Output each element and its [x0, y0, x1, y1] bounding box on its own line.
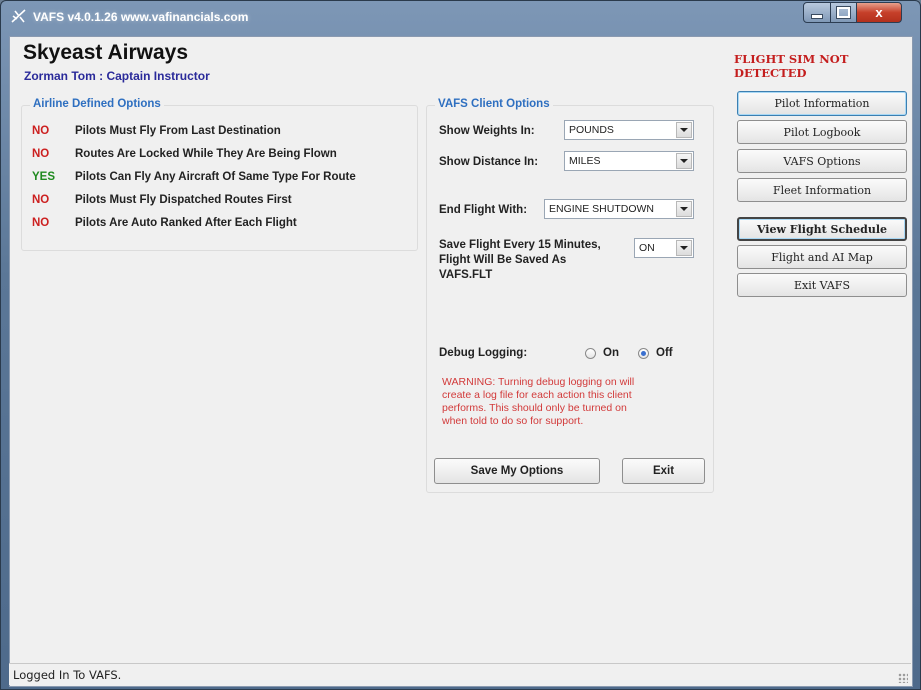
title-bar[interactable]: VAFS v4.0.1.26 www.vafinancials.com x [1, 1, 920, 31]
option-label: Routes Are Locked While They Are Being F… [75, 148, 337, 160]
pilot-logbook-button[interactable]: Pilot Logbook [737, 120, 907, 144]
save-flight-label-line2: Flight Will Be Saved As [439, 254, 567, 266]
close-icon: x [875, 5, 883, 20]
distance-value: MILES [569, 155, 601, 167]
vafs-options-button[interactable]: VAFS Options [737, 149, 907, 173]
option-label: Pilots Must Fly Dispatched Routes First [75, 194, 292, 206]
chevron-down-icon[interactable] [676, 122, 692, 138]
warning-line: WARNING: Turning debug logging on will [442, 376, 635, 388]
pilot-information-button[interactable]: Pilot Information [737, 91, 907, 116]
option-label: Pilots Are Auto Ranked After Each Flight [75, 217, 297, 229]
end-flight-value: ENGINE SHUTDOWN [549, 203, 654, 215]
save-flight-label-line3: VAFS.FLT [439, 269, 493, 281]
debug-warning: WARNING: Turning debug logging on will c… [442, 376, 682, 428]
option-value: NO [32, 217, 50, 229]
view-flight-schedule-button[interactable]: View Flight Schedule [737, 217, 907, 241]
option-value: NO [32, 148, 50, 160]
sim-status: FLIGHT SIM NOT DETECTED [734, 52, 849, 80]
maximize-icon [836, 6, 851, 19]
status-bar: Logged In To VAFS. [9, 663, 911, 685]
resize-grip-icon[interactable] [898, 673, 908, 683]
weights-select[interactable]: POUNDS [564, 120, 694, 140]
save-flight-label-line1: Save Flight Every 15 Minutes, [439, 239, 601, 251]
weights-label: Show Weights In: [439, 125, 535, 137]
save-flight-select[interactable]: ON [634, 238, 694, 258]
exit-button[interactable]: Exit [622, 458, 705, 484]
warning-line: create a log file for each action this c… [442, 389, 632, 401]
close-button[interactable]: x [856, 2, 902, 23]
save-options-button[interactable]: Save My Options [434, 458, 600, 484]
minimize-button[interactable] [803, 2, 831, 23]
debug-off-radio[interactable] [638, 348, 649, 359]
status-text: Logged In To VAFS. [13, 668, 122, 682]
end-flight-select[interactable]: ENGINE SHUTDOWN [544, 199, 694, 219]
weights-value: POUNDS [569, 124, 614, 136]
fleet-information-button[interactable]: Fleet Information [737, 178, 907, 202]
chevron-down-icon[interactable] [676, 240, 692, 256]
pilot-name: Zorman Tom : Captain Instructor [24, 69, 210, 83]
option-label: Pilots Must Fly From Last Destination [75, 125, 281, 137]
option-label: Pilots Can Fly Any Aircraft Of Same Type… [75, 171, 356, 183]
warning-line: when told to do so for support. [442, 415, 584, 427]
distance-label: Show Distance In: [439, 156, 539, 168]
debug-off-label[interactable]: Off [656, 347, 673, 359]
client-options-title: VAFS Client Options [435, 98, 553, 110]
debug-on-label[interactable]: On [603, 347, 619, 359]
app-window: VAFS v4.0.1.26 www.vafinancials.com x Sk… [0, 0, 921, 690]
airline-options-title: Airline Defined Options [30, 98, 164, 110]
window-title: VAFS v4.0.1.26 www.vafinancials.com [33, 10, 249, 24]
airplane-logo-icon [11, 9, 26, 23]
airline-options-group: Airline Defined Options NO Pilots Must F… [21, 98, 418, 251]
flight-ai-map-button[interactable]: Flight and AI Map [737, 245, 907, 269]
option-value: YES [32, 171, 56, 183]
debug-logging-label: Debug Logging: [439, 347, 528, 359]
chevron-down-icon[interactable] [676, 153, 692, 169]
debug-on-radio[interactable] [585, 348, 596, 359]
chevron-down-icon[interactable] [676, 201, 692, 217]
exit-vafs-button[interactable]: Exit VAFS [737, 273, 907, 297]
maximize-button[interactable] [830, 2, 857, 23]
warning-line: performs. This should only be turned on [442, 402, 627, 414]
distance-select[interactable]: MILES [564, 151, 694, 171]
option-value: NO [32, 194, 50, 206]
save-flight-value: ON [639, 242, 655, 254]
minimize-icon [811, 13, 823, 19]
option-value: NO [32, 125, 50, 137]
client-area: Skyeast Airways Zorman Tom : Captain Ins… [9, 36, 913, 687]
airline-name: Skyeast Airways [23, 41, 188, 64]
end-flight-label: End Flight With: [439, 204, 528, 216]
